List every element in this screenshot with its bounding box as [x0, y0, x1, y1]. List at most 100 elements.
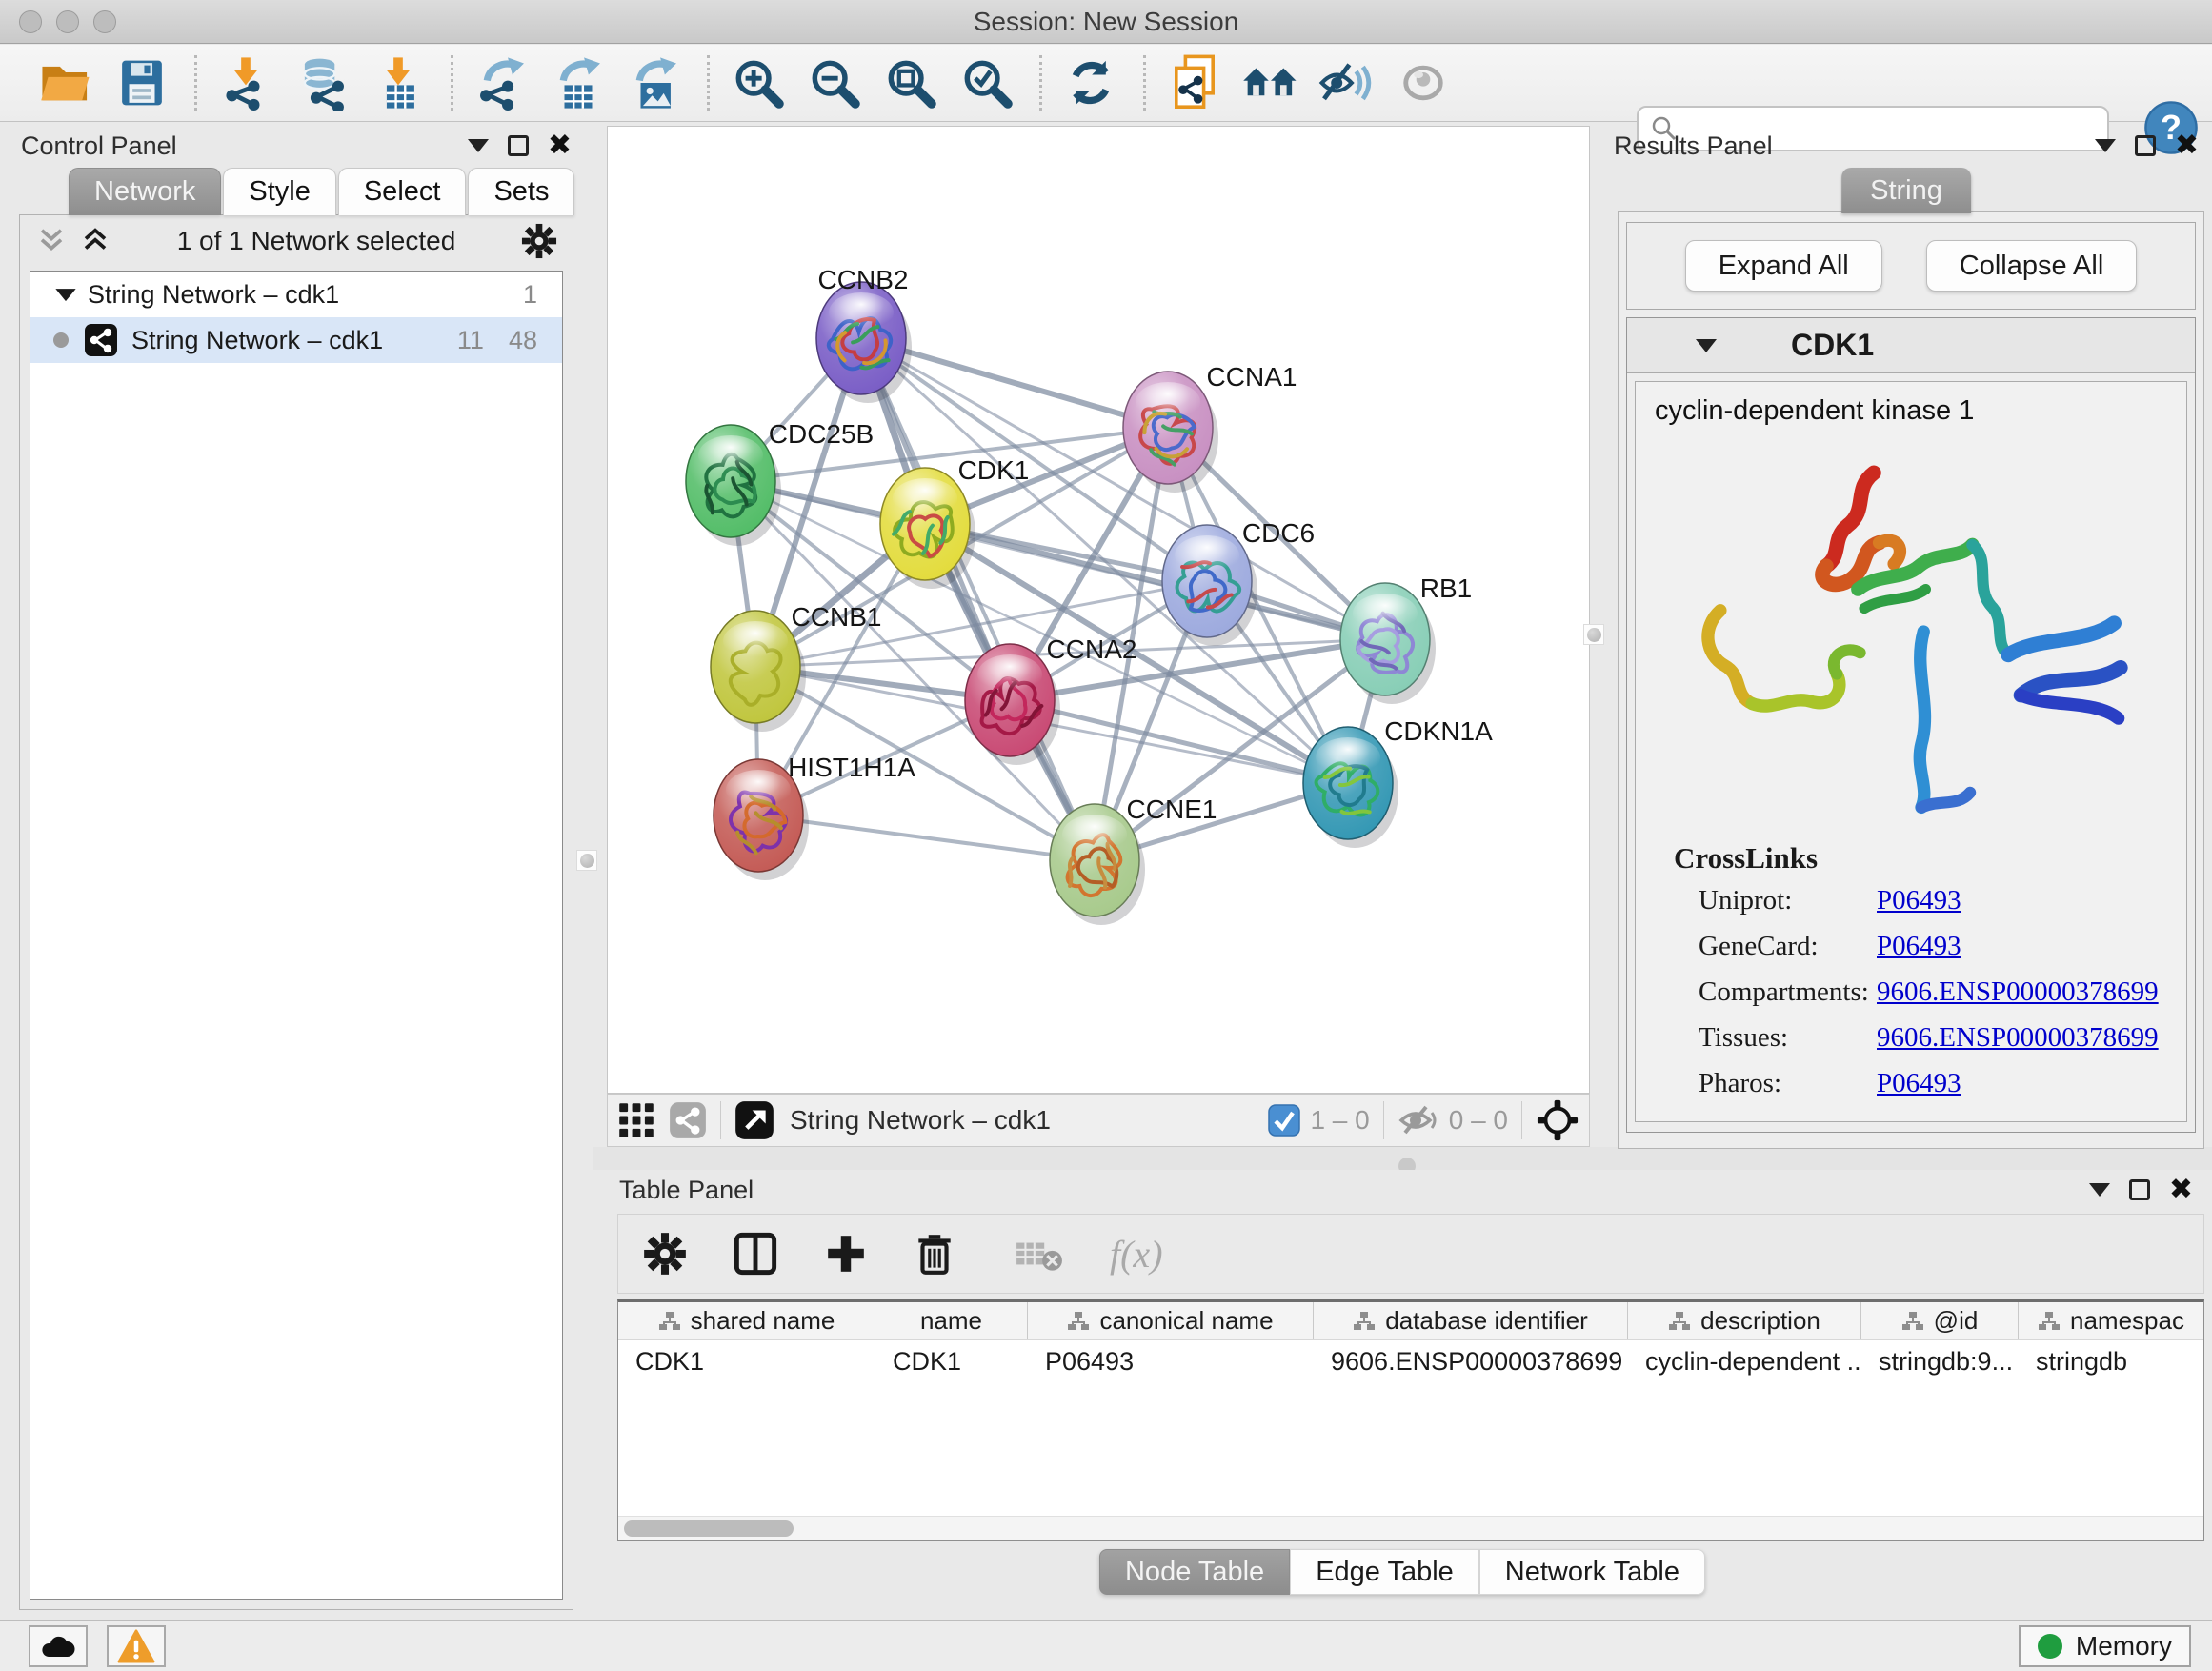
- network-list-share-icon[interactable]: [669, 1101, 707, 1139]
- gene-entry-header[interactable]: CDK1: [1627, 318, 2195, 373]
- cell-canonical-name[interactable]: P06493: [1028, 1347, 1314, 1377]
- show-columns-icon[interactable]: [733, 1231, 778, 1277]
- apply-layout-button[interactable]: [1061, 53, 1120, 112]
- float-panel-icon[interactable]: [2129, 1179, 2150, 1200]
- table-horizontal-scrollbar[interactable]: [618, 1516, 2203, 1540]
- cell-id[interactable]: stringdb:9...: [1861, 1347, 2019, 1377]
- results-panel-title: Results Panel: [1614, 131, 1773, 161]
- export-table-button[interactable]: [549, 53, 608, 112]
- zoom-selected-button[interactable]: [957, 53, 1016, 112]
- node-label-ccnb2: CCNB2: [818, 265, 909, 294]
- export-image-button[interactable]: [625, 53, 684, 112]
- panel-menu-icon[interactable]: [468, 139, 489, 152]
- selected-checkbox-icon[interactable]: [1268, 1104, 1300, 1137]
- column-header-namespace[interactable]: namespac: [2019, 1302, 2203, 1339]
- cell-name[interactable]: CDK1: [875, 1347, 1028, 1377]
- column-header-database-identifier[interactable]: database identifier: [1314, 1302, 1628, 1339]
- network-row[interactable]: String Network – cdk1 11 48: [30, 317, 562, 363]
- tab-network[interactable]: Network: [69, 168, 221, 215]
- tab-edge-table[interactable]: Edge Table: [1290, 1549, 1479, 1595]
- node-table: shared name name canonical name database…: [617, 1299, 2204, 1541]
- warnings-button[interactable]: [107, 1625, 166, 1667]
- crosslink-link[interactable]: P06493: [1877, 931, 1961, 962]
- network-canvas[interactable]: CCNB2CCNA1CDC25BCDK1CDC6RB1CCNB1CCNA2CDK…: [607, 126, 1590, 1094]
- table-settings-gear-icon[interactable]: [643, 1232, 687, 1276]
- close-panel-icon[interactable]: ✖: [548, 135, 572, 156]
- column-label: @id: [1934, 1306, 1979, 1336]
- protein-structure-image: [1655, 441, 2188, 822]
- float-panel-icon[interactable]: [508, 135, 529, 156]
- delete-column-trash-icon[interactable]: [914, 1231, 955, 1277]
- node-label-ccnb1: CCNB1: [792, 602, 882, 632]
- cloud-status-button[interactable]: [29, 1625, 88, 1667]
- tree-expander-icon[interactable]: [53, 285, 78, 304]
- tab-network-table[interactable]: Network Table: [1479, 1549, 1705, 1595]
- hide-selected-button[interactable]: [1317, 53, 1377, 112]
- first-neighbors-button[interactable]: [1165, 53, 1224, 112]
- birdseye-navigator-icon[interactable]: [1536, 1098, 1579, 1142]
- column-label: namespac: [2070, 1306, 2184, 1336]
- column-header-description[interactable]: description: [1628, 1302, 1861, 1339]
- cell-shared-name[interactable]: CDK1: [618, 1347, 875, 1377]
- close-panel-icon[interactable]: ✖: [2169, 1179, 2193, 1200]
- string-network-graph[interactable]: CCNB2CCNA1CDC25BCDK1CDC6RB1CCNB1CCNA2CDK…: [608, 127, 1589, 1093]
- collapse-all-button[interactable]: Collapse All: [1926, 240, 2138, 292]
- network-collection-row[interactable]: String Network – cdk1 1: [30, 272, 562, 317]
- tab-node-table[interactable]: Node Table: [1099, 1549, 1290, 1595]
- export-network-button[interactable]: [473, 53, 532, 112]
- show-all-button[interactable]: [1394, 53, 1453, 112]
- home-network-button[interactable]: [1241, 53, 1300, 112]
- import-network-database-button[interactable]: [292, 53, 352, 112]
- maximize-window-button[interactable]: [93, 10, 116, 33]
- close-panel-icon[interactable]: ✖: [2175, 135, 2199, 156]
- close-window-button[interactable]: [19, 10, 42, 33]
- open-session-button[interactable]: [36, 53, 95, 112]
- zoom-out-button[interactable]: [805, 53, 864, 112]
- cell-description[interactable]: cyclin-dependent ...: [1628, 1347, 1861, 1377]
- minimize-window-button[interactable]: [56, 10, 79, 33]
- crosslink-link[interactable]: 9606.ENSP00000378699: [1877, 1022, 2159, 1054]
- tab-style[interactable]: Style: [223, 168, 335, 215]
- export-network-icon: [475, 55, 529, 111]
- column-header-name[interactable]: name: [875, 1302, 1028, 1339]
- panel-menu-icon[interactable]: [2095, 139, 2116, 152]
- expand-all-icon[interactable]: [79, 227, 111, 255]
- memory-button[interactable]: Memory: [2019, 1625, 2191, 1667]
- import-table-button[interactable]: [369, 53, 428, 112]
- column-header-canonical-name[interactable]: canonical name: [1028, 1302, 1314, 1339]
- zoom-fit-button[interactable]: [881, 53, 940, 112]
- collapse-entry-icon[interactable]: [1696, 339, 1717, 352]
- cell-namespace[interactable]: stringdb: [2019, 1347, 2203, 1377]
- zoom-in-button[interactable]: [729, 53, 788, 112]
- tab-string[interactable]: String: [1841, 168, 1971, 213]
- table-row[interactable]: CDK1 CDK1 P06493 9606.ENSP00000378699 cy…: [618, 1340, 2203, 1382]
- grid-view-icon[interactable]: [617, 1101, 655, 1139]
- zoom-fit-icon: [884, 56, 937, 110]
- crosslink-link[interactable]: P06493: [1877, 885, 1961, 916]
- left-divider-grip[interactable]: [576, 850, 597, 871]
- tab-sets[interactable]: Sets: [468, 168, 574, 215]
- add-column-plus-icon[interactable]: [824, 1232, 868, 1276]
- gear-icon[interactable]: [521, 223, 557, 259]
- zoom-in-icon: [732, 56, 785, 110]
- tab-select[interactable]: Select: [338, 168, 467, 215]
- column-header-shared-name[interactable]: shared name: [618, 1302, 875, 1339]
- network-view-title: String Network – cdk1: [790, 1105, 1051, 1136]
- save-session-button[interactable]: [112, 53, 171, 112]
- control-panel-title: Control Panel: [21, 131, 177, 161]
- detach-view-icon[interactable]: [734, 1100, 774, 1140]
- import-network-file-button[interactable]: [216, 53, 275, 112]
- protein-node-ccnb2[interactable]: [816, 282, 912, 403]
- panel-menu-icon[interactable]: [2089, 1183, 2110, 1197]
- float-panel-icon[interactable]: [2135, 135, 2156, 156]
- scrollbar-thumb[interactable]: [624, 1520, 794, 1537]
- cell-database-identifier[interactable]: 9606.ENSP00000378699: [1314, 1347, 1628, 1377]
- crosslink-link[interactable]: 9606.ENSP00000378699: [1877, 976, 2159, 1008]
- crosslink-link[interactable]: P06493: [1877, 1068, 1961, 1099]
- toolbar-separator: [707, 55, 710, 111]
- column-header-id[interactable]: @id: [1861, 1302, 2019, 1339]
- protein-node-ccna1[interactable]: [1123, 372, 1218, 493]
- protein-node-cdk1[interactable]: [880, 468, 975, 589]
- collapse-all-icon[interactable]: [35, 227, 68, 255]
- expand-all-button[interactable]: Expand All: [1685, 240, 1882, 292]
